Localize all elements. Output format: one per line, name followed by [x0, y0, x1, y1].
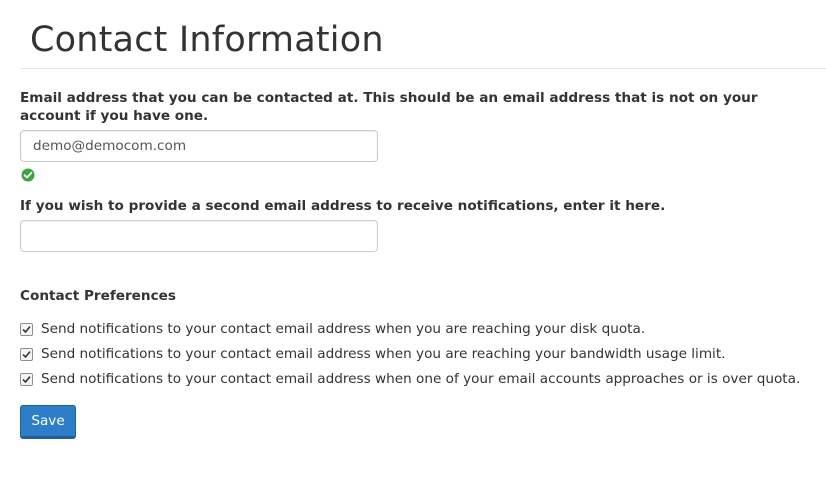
bandwidth-label: Send notifications to your contact email…: [41, 346, 726, 362]
preference-disk-quota[interactable]: Send notifications to your contact email…: [20, 320, 645, 338]
email-quota-label: Send notifications to your contact email…: [41, 371, 801, 387]
disk-quota-label: Send notifications to your contact email…: [41, 321, 646, 337]
contact-preferences-heading: Contact Preferences: [20, 288, 176, 304]
preference-email-quota[interactable]: Send notifications to your contact email…: [20, 370, 800, 388]
contact-email-input[interactable]: [20, 130, 378, 162]
preference-bandwidth[interactable]: Send notifications to your contact email…: [20, 345, 726, 363]
title-divider: [20, 68, 826, 69]
contact-email-label: Email address that you can be contacted …: [20, 90, 758, 124]
check-circle-icon: [21, 167, 35, 182]
page-title: Contact Information: [30, 20, 384, 60]
save-button[interactable]: Save: [20, 405, 76, 439]
disk-quota-checkbox[interactable]: [20, 322, 33, 336]
email-quota-checkbox[interactable]: [20, 372, 33, 386]
second-email-input[interactable]: [20, 220, 378, 252]
second-email-label: If you wish to provide a second email ad…: [20, 198, 666, 214]
bandwidth-checkbox[interactable]: [20, 347, 33, 361]
